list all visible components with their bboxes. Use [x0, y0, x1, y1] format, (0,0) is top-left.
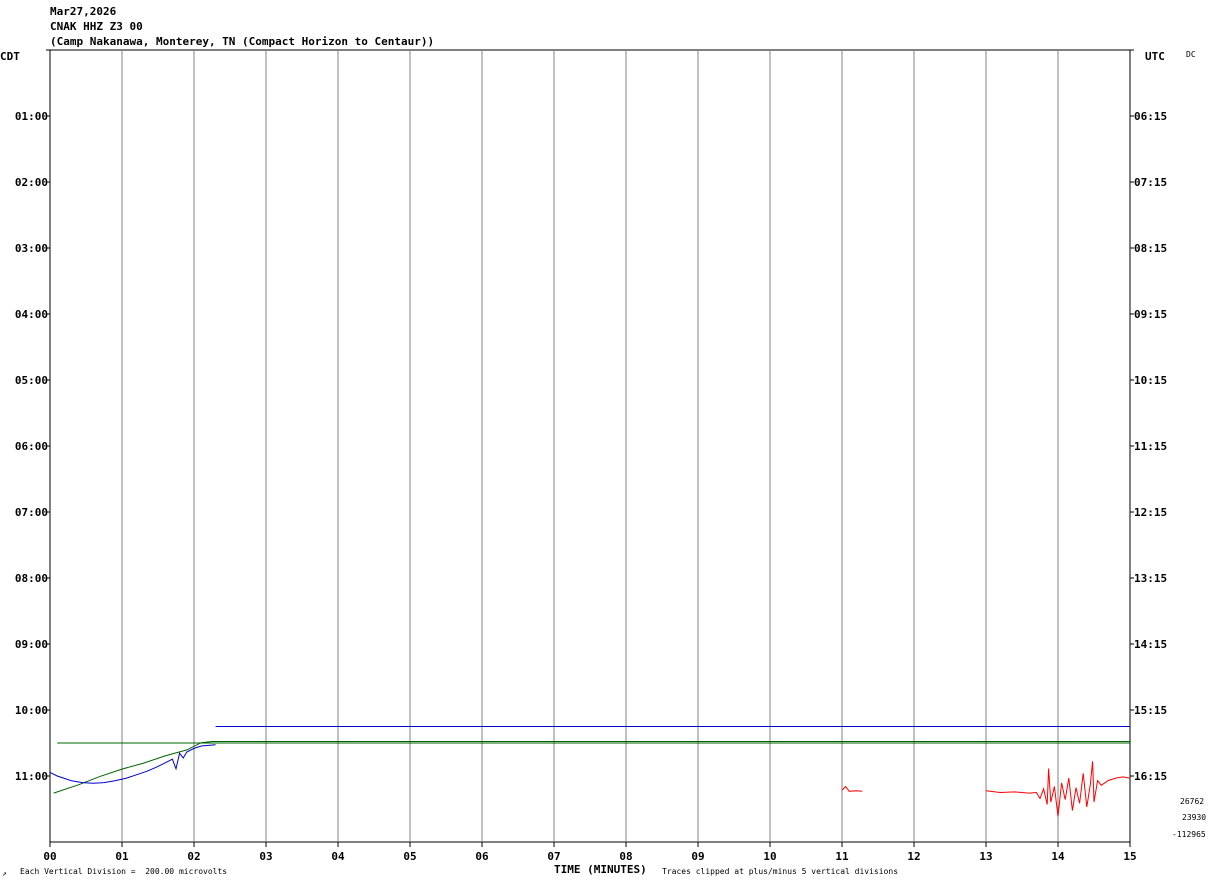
- plot-frame: [49, 49, 1131, 843]
- row-label-left: 11:00: [15, 770, 48, 783]
- x-tick-label: 00: [43, 850, 56, 863]
- row-label-left: 02:00: [15, 176, 48, 189]
- chart-station: CNAK HHZ Z3 00: [50, 20, 143, 33]
- row-label-left: 08:00: [15, 572, 48, 585]
- x-axis-label: TIME (MINUTES): [554, 863, 647, 876]
- row-label-left: 05:00: [15, 374, 48, 387]
- row-label-right: 06:15: [1134, 110, 1167, 123]
- seismogram-chart: 00 01 02 03 04 05 06 07 08 09 10 11 12 13 14 15 01:00 06:…: [15, 49, 1167, 863]
- row-label-left: 07:00: [15, 506, 48, 519]
- stat-max: 26762: [1180, 797, 1205, 806]
- footer-clip-note: Traces clipped at plus/minus 5 vertical …: [662, 867, 899, 876]
- x-tick-label: 03: [259, 850, 272, 863]
- x-tick-label: 01: [115, 850, 129, 863]
- chart-location: (Camp Nakanawa, Monterey, TN (Compact Ho…: [50, 35, 435, 48]
- x-tick-label: 04: [331, 850, 345, 863]
- right-timezone-label: UTC: [1145, 50, 1165, 63]
- footer-scale-note: Each Vertical Division = 200.00 microvol…: [20, 867, 228, 876]
- x-tick-label: 13: [979, 850, 992, 863]
- row-label-right: 16:15: [1134, 770, 1167, 783]
- row-label-right: 15:15: [1134, 704, 1167, 717]
- row-label-right: 07:15: [1134, 176, 1167, 189]
- row-label-left: 04:00: [15, 308, 48, 321]
- grid-layer: [49, 49, 1131, 843]
- x-tick-label: 10: [763, 850, 776, 863]
- x-tick-label: 07: [547, 850, 560, 863]
- row-label-right: 12:15: [1134, 506, 1167, 519]
- chart-date: Mar27,2026: [50, 5, 117, 18]
- row-label-right: 08:15: [1134, 242, 1167, 255]
- row-label-right: 13:15: [1134, 572, 1167, 585]
- stat-mean: 23930: [1182, 813, 1207, 822]
- x-tick-label: 11: [835, 850, 849, 863]
- row-label-right: 09:15: [1134, 308, 1167, 321]
- x-tick-label: 02: [187, 850, 200, 863]
- row-label-left: 01:00: [15, 110, 48, 123]
- left-timezone-label: CDT: [0, 50, 20, 63]
- x-tick-label: 09: [691, 850, 704, 863]
- row-label-left: 03:00: [15, 242, 48, 255]
- row-label-left: 10:00: [15, 704, 48, 717]
- trace-line: [841, 785, 863, 792]
- x-tick-label: 06: [475, 850, 489, 863]
- row-label-right: 10:15: [1134, 374, 1167, 387]
- dc-label: DC: [1186, 50, 1196, 59]
- row-label-right: 14:15: [1134, 638, 1167, 651]
- trace-line: [53, 741, 1130, 794]
- row-label-left: 06:00: [15, 440, 48, 453]
- x-tick-label: 05: [403, 850, 416, 863]
- corner-mark: ↗: [2, 869, 7, 878]
- x-tick-label: 08: [619, 850, 632, 863]
- x-tick-label: 14: [1051, 850, 1065, 863]
- x-tick-label: 15: [1123, 850, 1136, 863]
- trace-line: [49, 744, 216, 784]
- stat-min: -112965: [1172, 830, 1206, 839]
- x-tick-label: 12: [907, 850, 920, 863]
- row-label-right: 11:15: [1134, 440, 1167, 453]
- row-label-left: 09:00: [15, 638, 48, 651]
- trace-layer: [49, 726, 1131, 817]
